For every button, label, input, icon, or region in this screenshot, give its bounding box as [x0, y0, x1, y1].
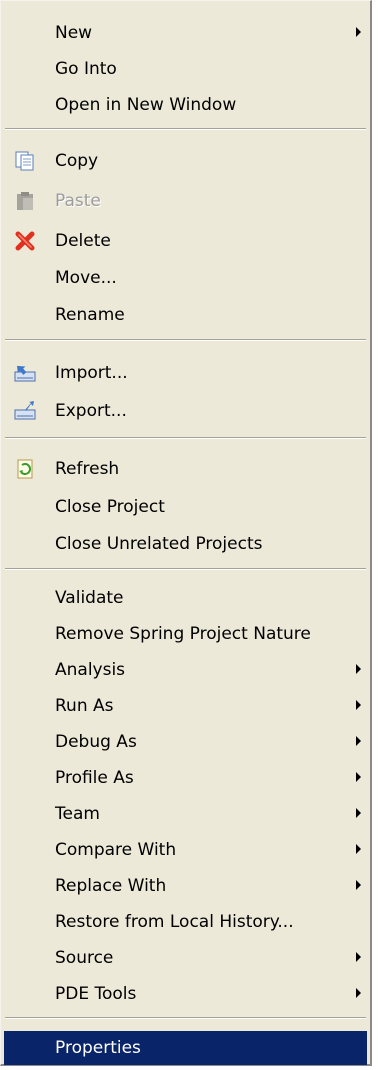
menu-item-label: New	[55, 23, 93, 43]
menu-item-team[interactable]: Team	[4, 797, 367, 831]
menu-item-open-in-new-window[interactable]: Open in New Window	[4, 88, 367, 122]
menu-item-replace-with[interactable]: Replace With	[4, 869, 367, 903]
menu-item-label: Properties	[55, 1038, 141, 1058]
menu-separator	[5, 1017, 366, 1019]
context-menu: New Go Into Open in New Window Copy Past…	[0, 0, 372, 1066]
menu-item-compare-with[interactable]: Compare With	[4, 833, 367, 867]
menu-item-properties[interactable]: Properties	[4, 1031, 367, 1065]
menu-item-label: Export...	[55, 401, 127, 421]
menu-item-label: Close Unrelated Projects	[55, 534, 263, 554]
menu-item-label: Delete	[55, 231, 111, 251]
menu-item-refresh[interactable]: Refresh	[4, 452, 367, 486]
menu-item-label: Close Project	[55, 497, 165, 517]
submenu-arrow-icon	[356, 952, 361, 962]
menu-item-copy[interactable]: Copy	[4, 144, 367, 178]
menu-item-label: Debug As	[55, 732, 137, 752]
menu-item-label: Analysis	[55, 660, 126, 680]
menu-item-import[interactable]: Import...	[4, 356, 367, 390]
menu-item-analysis[interactable]: Analysis	[4, 653, 367, 687]
menu-item-run-as[interactable]: Run As	[4, 689, 367, 723]
submenu-arrow-icon	[356, 27, 361, 37]
submenu-arrow-icon	[356, 880, 361, 890]
export-icon	[14, 401, 36, 421]
menu-item-label: Profile As	[55, 768, 134, 788]
menu-item-label: Open in New Window	[55, 95, 237, 115]
menu-item-label: Validate	[55, 588, 124, 608]
menu-item-label: Source	[55, 948, 114, 968]
submenu-arrow-icon	[356, 772, 361, 782]
menu-item-close-unrelated-projects[interactable]: Close Unrelated Projects	[4, 527, 367, 561]
menu-item-debug-as[interactable]: Debug As	[4, 725, 367, 759]
menu-item-label: Go Into	[55, 59, 117, 79]
submenu-arrow-icon	[356, 808, 361, 818]
menu-separator	[5, 568, 366, 570]
menu-item-restore-from-local-history[interactable]: Restore from Local History...	[4, 905, 367, 939]
menu-item-move[interactable]: Move...	[4, 261, 367, 295]
menu-item-label: Compare With	[55, 840, 177, 860]
menu-item-go-into[interactable]: Go Into	[4, 52, 367, 86]
menu-item-source[interactable]: Source	[4, 941, 367, 975]
menu-item-label: Refresh	[55, 459, 120, 479]
menu-item-label: Team	[55, 804, 100, 824]
menu-item-label: Paste	[55, 191, 101, 211]
submenu-arrow-icon	[356, 988, 361, 998]
menu-item-label: PDE Tools	[55, 984, 137, 1004]
menu-item-new[interactable]: New	[4, 16, 367, 50]
menu-item-label: Run As	[55, 696, 114, 716]
menu-item-profile-as[interactable]: Profile As	[4, 761, 367, 795]
menu-separator	[5, 339, 366, 341]
menu-separator	[5, 437, 366, 439]
menu-item-pde-tools[interactable]: PDE Tools	[4, 977, 367, 1011]
menu-item-export[interactable]: Export...	[4, 394, 367, 428]
menu-item-label: Replace With	[55, 876, 167, 896]
menu-item-validate[interactable]: Validate	[4, 581, 367, 615]
refresh-icon	[14, 459, 36, 479]
menu-item-label: Rename	[55, 305, 125, 325]
submenu-arrow-icon	[356, 700, 361, 710]
copy-icon	[14, 151, 36, 171]
menu-separator	[5, 128, 366, 130]
submenu-arrow-icon	[356, 664, 361, 674]
menu-item-delete[interactable]: Delete	[4, 224, 367, 258]
menu-item-label: Copy	[55, 151, 99, 171]
menu-item-label: Import...	[55, 363, 128, 383]
paste-icon	[14, 191, 36, 211]
submenu-arrow-icon	[356, 736, 361, 746]
menu-item-label: Move...	[55, 268, 117, 288]
menu-item-close-project[interactable]: Close Project	[4, 490, 367, 524]
import-icon	[14, 363, 36, 383]
menu-item-rename[interactable]: Rename	[4, 298, 367, 332]
menu-item-label: Remove Spring Project Nature	[55, 624, 311, 644]
menu-item-remove-spring-project-nature[interactable]: Remove Spring Project Nature	[4, 617, 367, 651]
delete-icon	[14, 231, 36, 251]
submenu-arrow-icon	[356, 844, 361, 854]
menu-item-paste[interactable]: Paste	[4, 184, 367, 218]
menu-item-label: Restore from Local History...	[55, 912, 294, 932]
